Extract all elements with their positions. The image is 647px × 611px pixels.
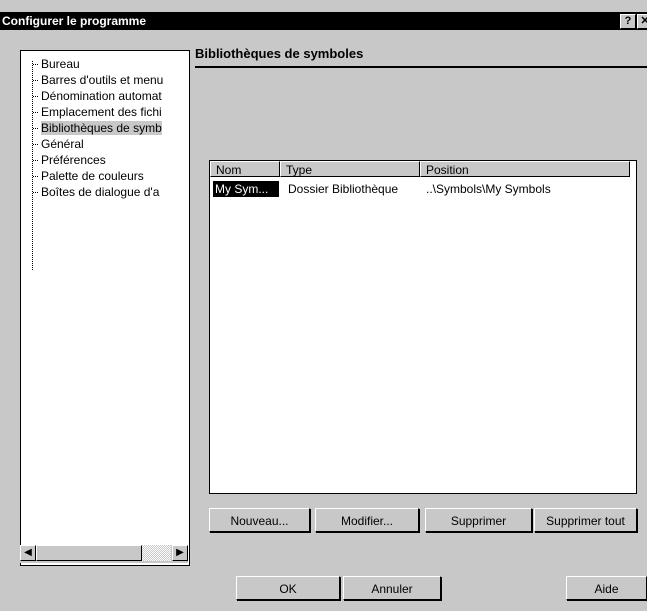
category-tree[interactable]: Bureau Barres d'outils et menu Dénominat… [20,50,190,566]
panel-title: Bibliothèques de symboles [195,46,364,61]
tree-item-bibliotheques[interactable]: Bibliothèques de symb [33,120,162,136]
configure-program-dialog: Configurer le programme ? ✕ Bureau Barre… [0,0,647,611]
delete-button[interactable]: Supprimer [425,508,532,532]
help-dialog-button[interactable]: Aide [566,576,647,600]
tree-item-general[interactable]: Général [33,136,84,152]
tree-item-denomination[interactable]: Dénomination automat [33,88,162,104]
list-cell-nom: My Sym... [213,181,279,197]
delete-all-button[interactable]: Supprimer tout [534,508,637,532]
scroll-right-icon[interactable]: ▶ [172,545,188,561]
tree-item-label: Général [41,137,84,151]
tree-horizontal-scrollbar[interactable]: ◀ ▶ [20,545,188,563]
tree-item-label: Emplacement des fichi [41,105,162,119]
tree-item-label: Préférences [41,153,106,167]
tree-item-label: Bureau [41,57,80,71]
tree-item-label: Bibliothèques de symb [41,121,162,135]
scroll-thumb[interactable] [36,545,142,561]
modify-button[interactable]: Modifier... [315,508,419,532]
tree-item-emplacement[interactable]: Emplacement des fichi [33,104,162,120]
tree-item-label: Boîtes de dialogue d'a [41,185,160,199]
column-header-nom[interactable]: Nom [210,161,280,177]
scroll-left-icon[interactable]: ◀ [20,545,36,561]
close-button[interactable]: ✕ [637,14,647,29]
list-cell-type: Dossier Bibliothèque [288,182,399,196]
tree-item-label: Barres d'outils et menu [41,73,164,87]
window-title: Configurer le programme [2,14,147,28]
tree-item-label: Palette de couleurs [41,169,144,183]
ok-button[interactable]: OK [236,576,340,600]
tree-item-barres-outils[interactable]: Barres d'outils et menu [33,72,163,88]
column-header-type[interactable]: Type [280,161,420,177]
library-list[interactable]: Nom Type Position My Sym... Dossier Bibl… [209,160,637,494]
tree-item-palette[interactable]: Palette de couleurs [33,168,144,184]
list-cell-position: ..\Symbols\My Symbols [426,182,551,196]
tree-item-bureau[interactable]: Bureau [33,56,80,72]
scroll-track[interactable] [142,545,171,561]
help-button[interactable]: ? [620,14,636,29]
tree-item-boites-dialogue[interactable]: Boîtes de dialogue d'a [33,184,159,200]
tree-item-label: Dénomination automat [41,89,162,103]
column-header-position[interactable]: Position [420,161,630,177]
panel-title-divider [195,66,647,68]
new-button[interactable]: Nouveau... [209,508,310,532]
cancel-button[interactable]: Annuler [343,576,441,600]
tree-item-preferences[interactable]: Préférences [33,152,106,168]
title-bar: Configurer le programme ? ✕ [0,12,647,30]
